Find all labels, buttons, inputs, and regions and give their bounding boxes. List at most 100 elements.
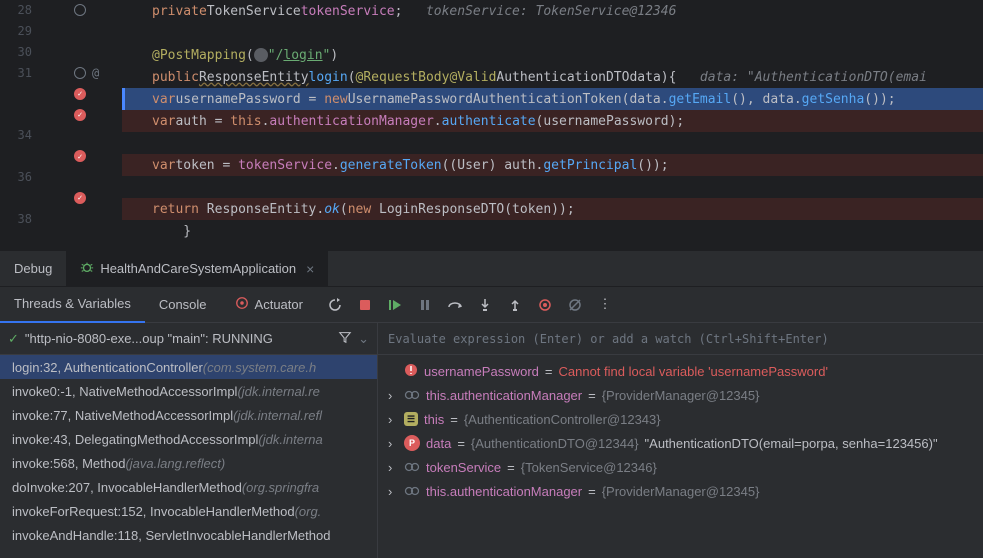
variable-row[interactable]: ›this.authenticationManager = {ProviderM… [378,383,983,407]
thread-selector[interactable]: ✓ "http-nio-8080-exe...oup "main": RUNNI… [0,323,377,355]
variable-value: {ProviderManager@12345} [602,484,760,499]
gutter-icons[interactable]: @ ✓ ✓ ✓ ✓ [72,0,122,250]
mute-breakpoints-icon[interactable] [567,297,583,313]
stack-frame[interactable]: invoke:43, DelegatingMethodAccessorImpl … [0,427,377,451]
variable-row[interactable]: usernamePassword = Cannot find local var… [378,359,983,383]
stack-frame[interactable]: doInvoke:207, InvocableHandlerMethod (or… [0,475,377,499]
line-number [0,83,72,104]
resume-icon[interactable] [387,297,403,313]
code-line[interactable]: var usernamePassword = new UsernamePassw… [122,88,983,110]
breakpoint-icon[interactable]: ✓ [74,109,86,121]
line-number: 29 [0,21,72,42]
breakpoints-icon[interactable] [537,297,553,313]
code-line[interactable] [122,22,983,44]
threads-tab[interactable]: Threads & Variables [0,287,145,323]
gutter-icon-row[interactable]: ✓ [72,187,122,208]
stack-frame[interactable]: invoke0:-1, NativeMethodAccessorImpl (jd… [0,379,377,403]
expand-icon[interactable]: › [388,388,398,403]
variable-value: {TokenService@12346} [521,460,657,475]
gutter-icon-row[interactable]: ✓ [72,104,122,125]
gutter-icon-row[interactable] [72,21,122,42]
rerun-icon[interactable] [327,297,343,313]
gutter-icon-row[interactable] [72,42,122,63]
variable-row[interactable]: ›Pdata = {AuthenticationDTO@12344} "Auth… [378,431,983,455]
code-line[interactable] [122,132,983,154]
variable-row[interactable]: ›☰this = {AuthenticationController@12343… [378,407,983,431]
code-line[interactable]: @PostMapping("/login") [122,44,983,66]
code-editor[interactable]: 28293031343638 @ ✓ ✓ ✓ ✓ private TokenServic… [0,0,983,250]
debug-tab-bar: Debug HealthAndCareSystemApplication × [0,251,983,287]
error-icon [404,363,418,380]
line-number [0,104,72,125]
object-icon [404,484,420,499]
code-line[interactable]: } [122,220,983,242]
code-line[interactable] [122,242,983,250]
breakpoint-icon[interactable]: ✓ [74,150,86,162]
gutter-marker-icon[interactable] [74,4,86,16]
stack-frame[interactable]: invokeForRequest:152, InvocableHandlerMe… [0,499,377,523]
gutter-icon-row[interactable] [72,125,122,146]
stack-frame[interactable]: invoke:77, NativeMethodAccessorImpl (jdk… [0,403,377,427]
more-icon[interactable]: ⋮ [597,297,613,313]
step-out-icon[interactable] [507,297,523,313]
gutter-icon-row[interactable] [72,0,122,21]
this-icon: ☰ [404,412,418,426]
variable-value: {AuthenticationController@12343} [464,412,661,427]
stop-icon[interactable] [357,297,373,313]
line-gutter: 28293031343638 [0,0,72,250]
gutter-icon-row[interactable] [72,229,122,250]
console-tab[interactable]: Console [145,287,221,323]
expand-icon[interactable]: › [388,436,398,451]
step-over-icon[interactable] [447,297,463,313]
actuator-tab[interactable]: Actuator [221,287,317,323]
object-icon [404,388,420,403]
line-number: 34 [0,125,72,146]
code-line[interactable]: var auth = this.authenticationManager.au… [122,110,983,132]
variable-row[interactable]: ›this.authenticationManager = {ProviderM… [378,479,983,503]
gutter-icon-row[interactable] [72,167,122,188]
code-content[interactable]: private TokenService tokenService; token… [122,0,983,250]
expand-icon[interactable]: › [388,484,398,499]
gutter-marker-icon[interactable] [74,67,86,79]
debug-tab-label: Debug [14,261,52,276]
line-number: 28 [0,0,72,21]
filter-icon[interactable] [338,330,352,347]
thread-status: "http-nio-8080-exe...oup "main": RUNNING [25,331,332,346]
code-line[interactable]: var token = tokenService.generateToken((… [122,154,983,176]
code-line[interactable]: public ResponseEntity login(@RequestBody… [122,66,983,88]
variables-list[interactable]: usernamePassword = Cannot find local var… [378,355,983,558]
variable-row[interactable]: ›tokenService = {TokenService@12346} [378,455,983,479]
frames-list[interactable]: login:32, AuthenticationController (com.… [0,355,377,558]
parameter-icon: P [404,435,420,451]
close-tab-icon[interactable]: × [306,261,314,277]
pause-icon[interactable] [417,297,433,313]
chevron-down-icon[interactable]: ⌄ [358,331,369,347]
gutter-icon-row[interactable]: @ [72,62,122,83]
code-line[interactable] [122,176,983,198]
object-icon [404,460,420,475]
debug-tab[interactable]: Debug [0,251,66,287]
app-run-tab[interactable]: HealthAndCareSystemApplication × [66,251,328,287]
evaluate-expression-input[interactable]: Evaluate expression (Enter) or add a wat… [378,323,983,355]
app-tab-label: HealthAndCareSystemApplication [100,261,296,276]
check-icon: ✓ [8,331,19,347]
code-line[interactable]: private TokenService tokenService; token… [122,0,983,22]
breakpoint-icon[interactable]: ✓ [74,88,86,100]
expand-icon[interactable]: › [388,460,398,475]
variable-name: this.authenticationManager [426,388,582,403]
gutter-icon-row[interactable]: ✓ [72,83,122,104]
variable-value: Cannot find local variable 'usernamePass… [558,364,827,379]
debug-panel: Debug HealthAndCareSystemApplication × T… [0,250,983,558]
stack-frame[interactable]: invoke:568, Method (java.lang.reflect) [0,451,377,475]
gutter-icon-row[interactable] [72,208,122,229]
code-line[interactable]: return ResponseEntity.ok(new LoginRespon… [122,198,983,220]
annotation-gutter-icon[interactable]: @ [92,66,99,80]
variable-value: {ProviderManager@12345} [602,388,760,403]
gutter-icon-row[interactable]: ✓ [72,146,122,167]
expand-icon[interactable]: › [388,412,398,427]
stack-frame[interactable]: login:32, AuthenticationController (com.… [0,355,377,379]
breakpoint-icon[interactable]: ✓ [74,192,86,204]
stack-frame[interactable]: invokeAndHandle:118, ServletInvocableHan… [0,523,377,547]
line-number: 30 [0,42,72,63]
step-into-icon[interactable] [477,297,493,313]
